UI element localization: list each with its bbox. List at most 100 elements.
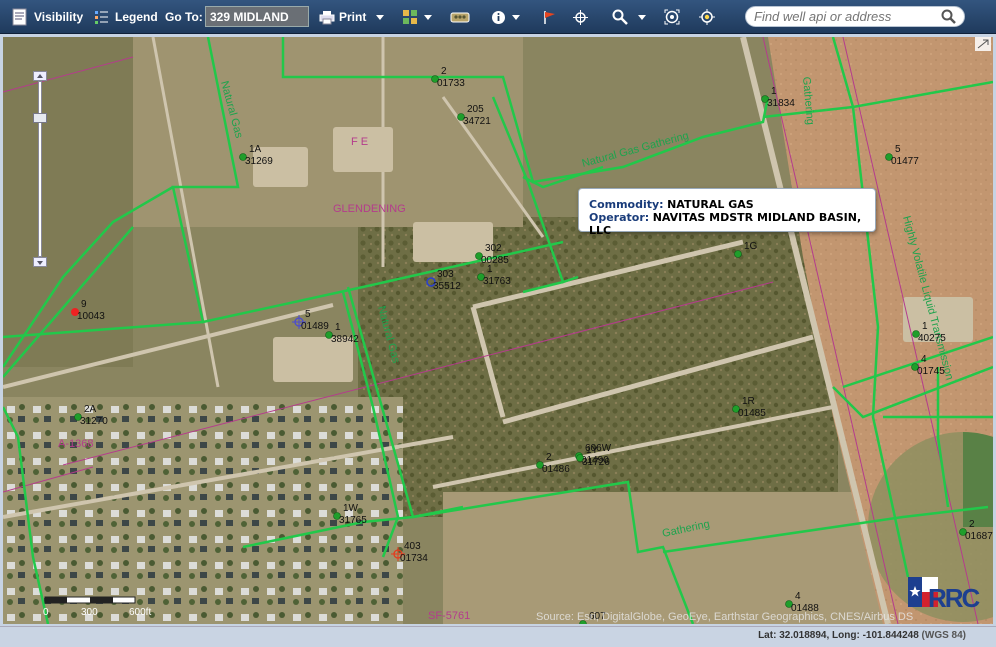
well-number-label: 2 [969, 519, 975, 530]
flag-icon [542, 10, 557, 25]
scale-label: 600ft [129, 607, 151, 618]
survey-label: GLENDENING [333, 203, 406, 215]
long-value: -101.844248 [862, 630, 919, 641]
well-number-label: 303 [437, 269, 454, 280]
visibility-label: Visibility [34, 10, 84, 24]
lat-label: Lat: [758, 630, 777, 641]
well-api-label: 01733 [437, 78, 465, 89]
popup-commodity-row: Commodity: NATURAL GAS [589, 198, 875, 211]
well-api-label: 31763 [483, 276, 511, 287]
coordinate-readout: Lat: 32.018894, Long: -101.844248 (WGS 8… [758, 630, 966, 641]
search-input[interactable] [754, 9, 934, 24]
well-number-label: 302 [485, 243, 502, 254]
map-canvas[interactable]: Natural Gas Gathering Natural Gas Gather… [3, 37, 993, 624]
popup-commodity-key: Commodity: [589, 198, 664, 211]
well-number-label: 2 [546, 452, 552, 463]
well-api-label: 00285 [481, 255, 509, 266]
locate-icon [699, 9, 715, 25]
well-api-label: 01734 [400, 553, 428, 564]
print-label: Print [339, 10, 367, 24]
well-api-label: 31834 [767, 98, 795, 109]
zoom-in-button[interactable] [33, 71, 47, 81]
well-api-label: 34721 [463, 116, 491, 127]
well-number-label: 1 [335, 322, 341, 333]
well-api-label: 01486 [542, 464, 570, 475]
well-api-label: 01687 [965, 531, 993, 542]
survey-label: A-1368 [58, 438, 93, 450]
well-api-label: 31269 [245, 156, 273, 167]
chevron-down-icon [512, 14, 520, 20]
basemap-icon [450, 10, 470, 24]
chevron-down-icon [376, 14, 385, 20]
survey-label: SF-5761 [428, 610, 470, 622]
search-icon[interactable] [941, 9, 956, 29]
zoom-icon [612, 9, 628, 25]
well-number-label: 1 [487, 264, 493, 275]
chevron-down-icon [37, 261, 43, 265]
crosshair-button[interactable] [573, 0, 588, 34]
goto-label: Go To: [165, 10, 203, 24]
well-number-label: 205 [467, 104, 484, 115]
well-api-label: 38942 [331, 334, 359, 345]
legend-label: Legend [115, 10, 158, 24]
zoom-track[interactable] [38, 81, 42, 257]
well-api-label: 40275 [918, 333, 946, 344]
print-icon [319, 10, 335, 25]
zoom-button[interactable] [612, 0, 646, 34]
chevron-down-icon [638, 14, 646, 20]
rrc-logo-text: RRC [928, 583, 981, 613]
well-number-label: 1R [742, 396, 755, 407]
well-api-label: 01477 [891, 156, 919, 167]
basemap-button[interactable] [450, 0, 470, 34]
print-button[interactable]: Print [319, 0, 385, 34]
scale-label: 300 [81, 607, 98, 618]
status-bar: Lat: 32.018894, Long: -101.844248 (WGS 8… [0, 626, 996, 647]
zoom-extent-icon [664, 9, 680, 25]
well-number-label: 1G [744, 241, 758, 252]
visibility-button[interactable]: Visibility [12, 0, 83, 34]
well-api-label: 31726 [582, 457, 610, 468]
zoom-thumb[interactable] [33, 113, 47, 123]
well-api-label: 01491 [585, 623, 613, 624]
scale-label: 0 [43, 607, 49, 618]
well-api-label: 35512 [433, 281, 461, 292]
well-number-label: 1Y [586, 445, 599, 456]
expand-icon[interactable] [975, 37, 991, 51]
legend-button[interactable]: Legend [94, 0, 158, 34]
well-api-label: 01745 [917, 366, 945, 377]
legend-icon [94, 9, 109, 25]
feature-popup[interactable]: Commodity: NATURAL GAS Operator: NAVITAS… [578, 188, 876, 237]
well-number-label: 4 [921, 354, 927, 365]
zoom-out-button[interactable] [33, 257, 47, 267]
crosshair-icon [573, 9, 588, 25]
well-number-label: 5 [305, 309, 311, 320]
well-symbol-gas [734, 250, 742, 258]
lat-value: 32.018894 [779, 630, 827, 641]
long-label: Long: [832, 630, 860, 641]
popup-operator-key: Operator: [589, 211, 650, 224]
well-api-label: 10043 [77, 311, 105, 322]
well-number-label: 5 [895, 144, 901, 155]
zoom-slider[interactable] [33, 71, 47, 267]
well-api-label: 01489 [301, 321, 329, 332]
goto-input[interactable] [205, 6, 309, 27]
well-number-label: 2A [84, 404, 97, 415]
well-number-label: 1 [922, 321, 928, 332]
locate-button[interactable] [699, 0, 715, 34]
info-button[interactable] [491, 0, 520, 34]
flag-button[interactable] [542, 0, 557, 34]
terrain-pivot-crop [963, 432, 993, 527]
map-view[interactable]: Natural Gas Gathering Natural Gas Gather… [3, 37, 993, 624]
well-api-label: 01485 [738, 408, 766, 419]
layers-button[interactable] [402, 0, 432, 34]
well-api-label: 31270 [80, 416, 108, 427]
toolbar: Visibility Legend Go To: Print [0, 0, 996, 34]
visibility-icon [12, 8, 28, 26]
chevron-down-icon [424, 14, 432, 20]
well-number-label: 1 [771, 86, 777, 97]
popup-operator-row: Operator: NAVITAS MDSTR MIDLAND BASIN, L… [589, 211, 875, 237]
well-number-label: 1A [249, 144, 262, 155]
well-api-label: 31765 [339, 515, 367, 526]
well-number-label: 9 [81, 299, 87, 310]
zoom-extent-button[interactable] [664, 0, 680, 34]
